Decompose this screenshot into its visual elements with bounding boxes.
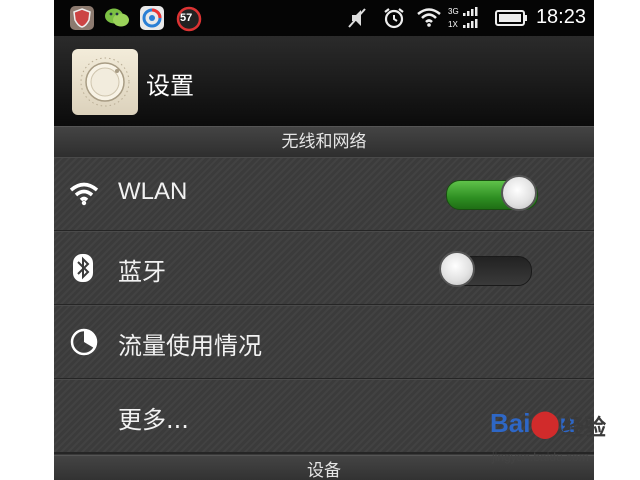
watermark-brand: 经验	[562, 416, 607, 441]
settings-row-label: 流量使用情况	[118, 332, 262, 360]
battery-icon	[494, 6, 530, 30]
page-title: 设置	[146, 72, 194, 100]
toggle-knob	[501, 175, 537, 211]
browser-icon	[140, 6, 164, 30]
watermark-url: jingyan.baidu.com	[492, 450, 589, 464]
wlan-toggle[interactable]	[446, 175, 538, 211]
settings-row-label: 蓝牙	[118, 258, 166, 286]
clock: 18:23	[535, 6, 586, 28]
security-app-icon	[70, 6, 94, 30]
settings-row-data-usage[interactable]: 流量使用情况	[54, 305, 594, 380]
toggle-knob	[439, 251, 475, 287]
bluetooth-icon	[72, 252, 94, 284]
settings-dial-icon[interactable]	[72, 49, 138, 115]
wifi-icon	[68, 178, 100, 210]
data-usage-icon	[68, 326, 100, 358]
mute-icon	[346, 6, 368, 30]
alarm-icon	[382, 6, 406, 30]
section-header-wireless: 无线和网络	[54, 126, 594, 157]
title-bar: 设置	[54, 36, 594, 126]
settings-row-label: 更多...	[118, 406, 189, 434]
wifi-status-icon	[416, 6, 442, 30]
settings-row-wlan[interactable]: WLAN	[54, 157, 594, 232]
settings-row-label: WLAN	[118, 178, 188, 205]
network-labels: 3G 1X	[448, 6, 459, 30]
settings-row-bluetooth[interactable]: 蓝牙	[54, 231, 594, 306]
signal-icon	[461, 6, 483, 30]
sim-slot-label: 1X	[448, 20, 458, 29]
bluetooth-toggle[interactable]	[439, 251, 532, 287]
baidu-watermark: Bai⬤u 经验 jingyan.baidu.com	[490, 408, 640, 480]
notification-badge-icon: 57	[176, 6, 202, 32]
status-bar: 57 3G 1X 18:23	[54, 0, 594, 36]
wechat-icon	[104, 6, 129, 30]
notification-count: 57	[180, 12, 193, 24]
network-type-label: 3G	[448, 7, 459, 16]
